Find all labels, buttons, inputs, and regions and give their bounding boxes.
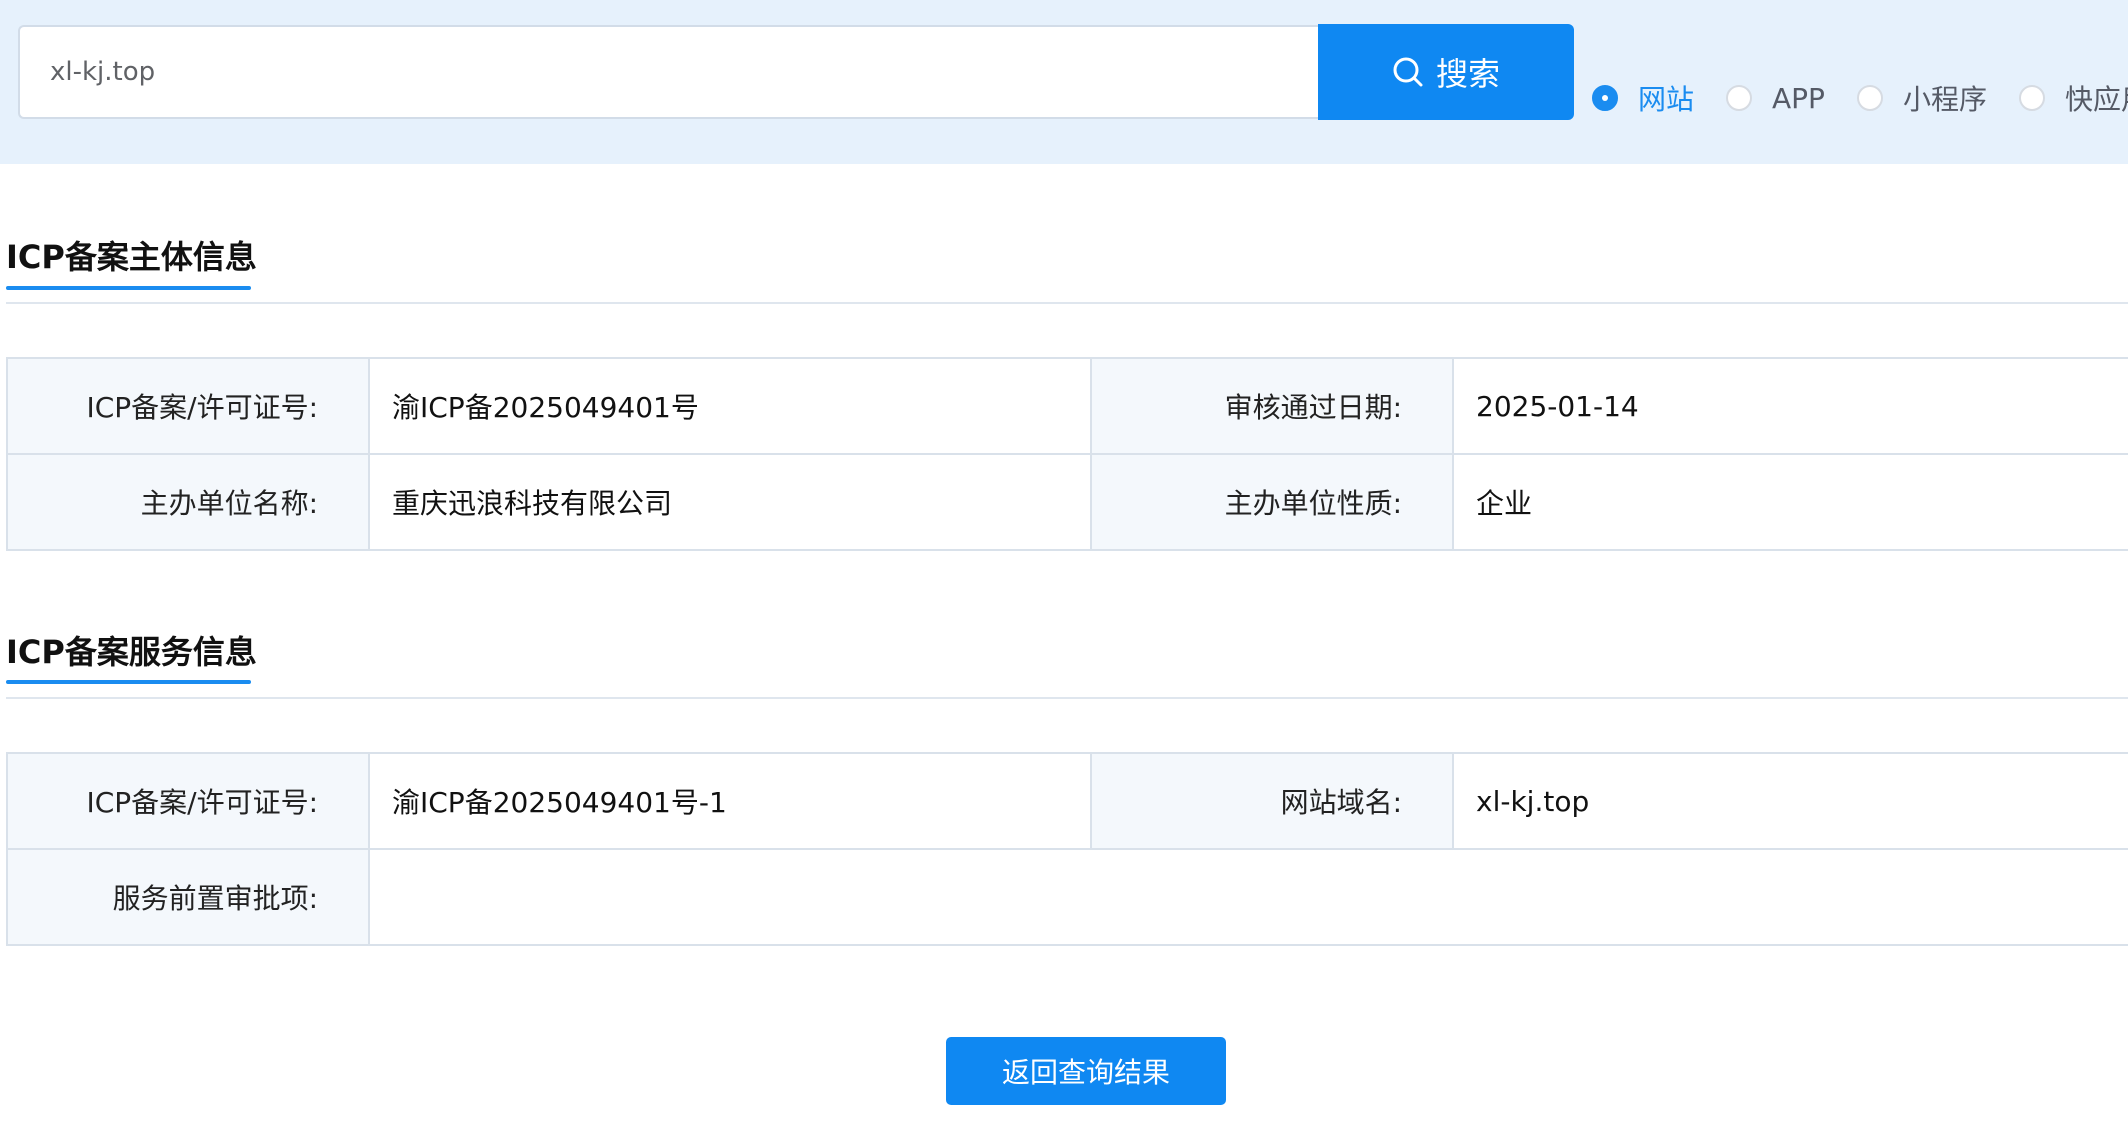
subject-section-divider — [6, 302, 2128, 304]
radio-app-indicator[interactable] — [1726, 85, 1753, 111]
service-section-divider — [6, 697, 2128, 699]
table-row: 服务前置审批项: — [6, 848, 2128, 946]
radio-website-indicator[interactable] — [1592, 85, 1618, 111]
subject-section-title: ICP备案主体信息 — [6, 238, 257, 276]
service-license-value: 渝ICP备2025049401号-1 — [368, 752, 1092, 850]
table-row: 主办单位名称: 重庆迅浪科技有限公司 主办单位性质: 企业 — [6, 453, 2128, 551]
table-row: ICP备案/许可证号: 渝ICP备2025049401号 审核通过日期: 202… — [6, 357, 2128, 455]
license-number-value: 渝ICP备2025049401号 — [368, 357, 1092, 455]
organizer-type-label: 主办单位性质: — [1090, 453, 1454, 551]
back-to-results-button[interactable]: 返回查询结果 — [946, 1037, 1226, 1105]
organizer-type-value: 企业 — [1452, 453, 2128, 551]
search-type-group: 网站 APP 小程序 快应用 — [1592, 75, 2128, 121]
search-button-label: 搜索 — [1435, 55, 1500, 93]
radio-website[interactable]: 网站 — [1592, 78, 1694, 118]
table-row: ICP备案/许可证号: 渝ICP备2025049401号-1 网站域名: xl-… — [6, 752, 2128, 850]
radio-website-label: 网站 — [1638, 83, 1695, 116]
organizer-name-value: 重庆迅浪科技有限公司 — [368, 453, 1092, 551]
license-number-label: ICP备案/许可证号: — [6, 357, 370, 455]
search-bar: 搜索 网站 APP 小程序 快应用 — [0, 0, 2128, 164]
approval-date-label: 审核通过日期: — [1090, 357, 1454, 455]
pre-approval-label: 服务前置审批项: — [6, 848, 370, 946]
pre-approval-value — [368, 848, 2128, 946]
approval-date-value: 2025-01-14 — [1452, 357, 2128, 455]
radio-app-label: APP — [1772, 81, 1825, 115]
subject-info-table: ICP备案/许可证号: 渝ICP备2025049401号 审核通过日期: 202… — [6, 357, 2128, 551]
radio-mini-program[interactable]: 小程序 — [1856, 78, 1987, 118]
radio-mini-program-label: 小程序 — [1902, 83, 1987, 116]
domain-value: xl-kj.top — [1452, 752, 2128, 850]
radio-quick-app-label: 快应用 — [2064, 83, 2128, 116]
service-info-table: ICP备案/许可证号: 渝ICP备2025049401号-1 网站域名: xl-… — [6, 752, 2128, 946]
radio-quick-app-indicator[interactable] — [2018, 85, 2045, 111]
radio-quick-app[interactable]: 快应用 — [2018, 78, 2128, 118]
service-section-underline — [6, 680, 251, 684]
subject-section-underline — [6, 286, 251, 290]
service-license-label: ICP备案/许可证号: — [6, 752, 370, 850]
radio-mini-program-indicator[interactable] — [1856, 85, 1883, 111]
service-section-title: ICP备案服务信息 — [6, 633, 257, 671]
radio-app[interactable]: APP — [1726, 82, 1825, 115]
search-input[interactable] — [18, 25, 1318, 119]
domain-label: 网站域名: — [1090, 752, 1454, 850]
organizer-name-label: 主办单位名称: — [6, 453, 370, 551]
search-button[interactable]: 搜索 — [1318, 24, 1574, 120]
search-icon — [1393, 57, 1423, 87]
